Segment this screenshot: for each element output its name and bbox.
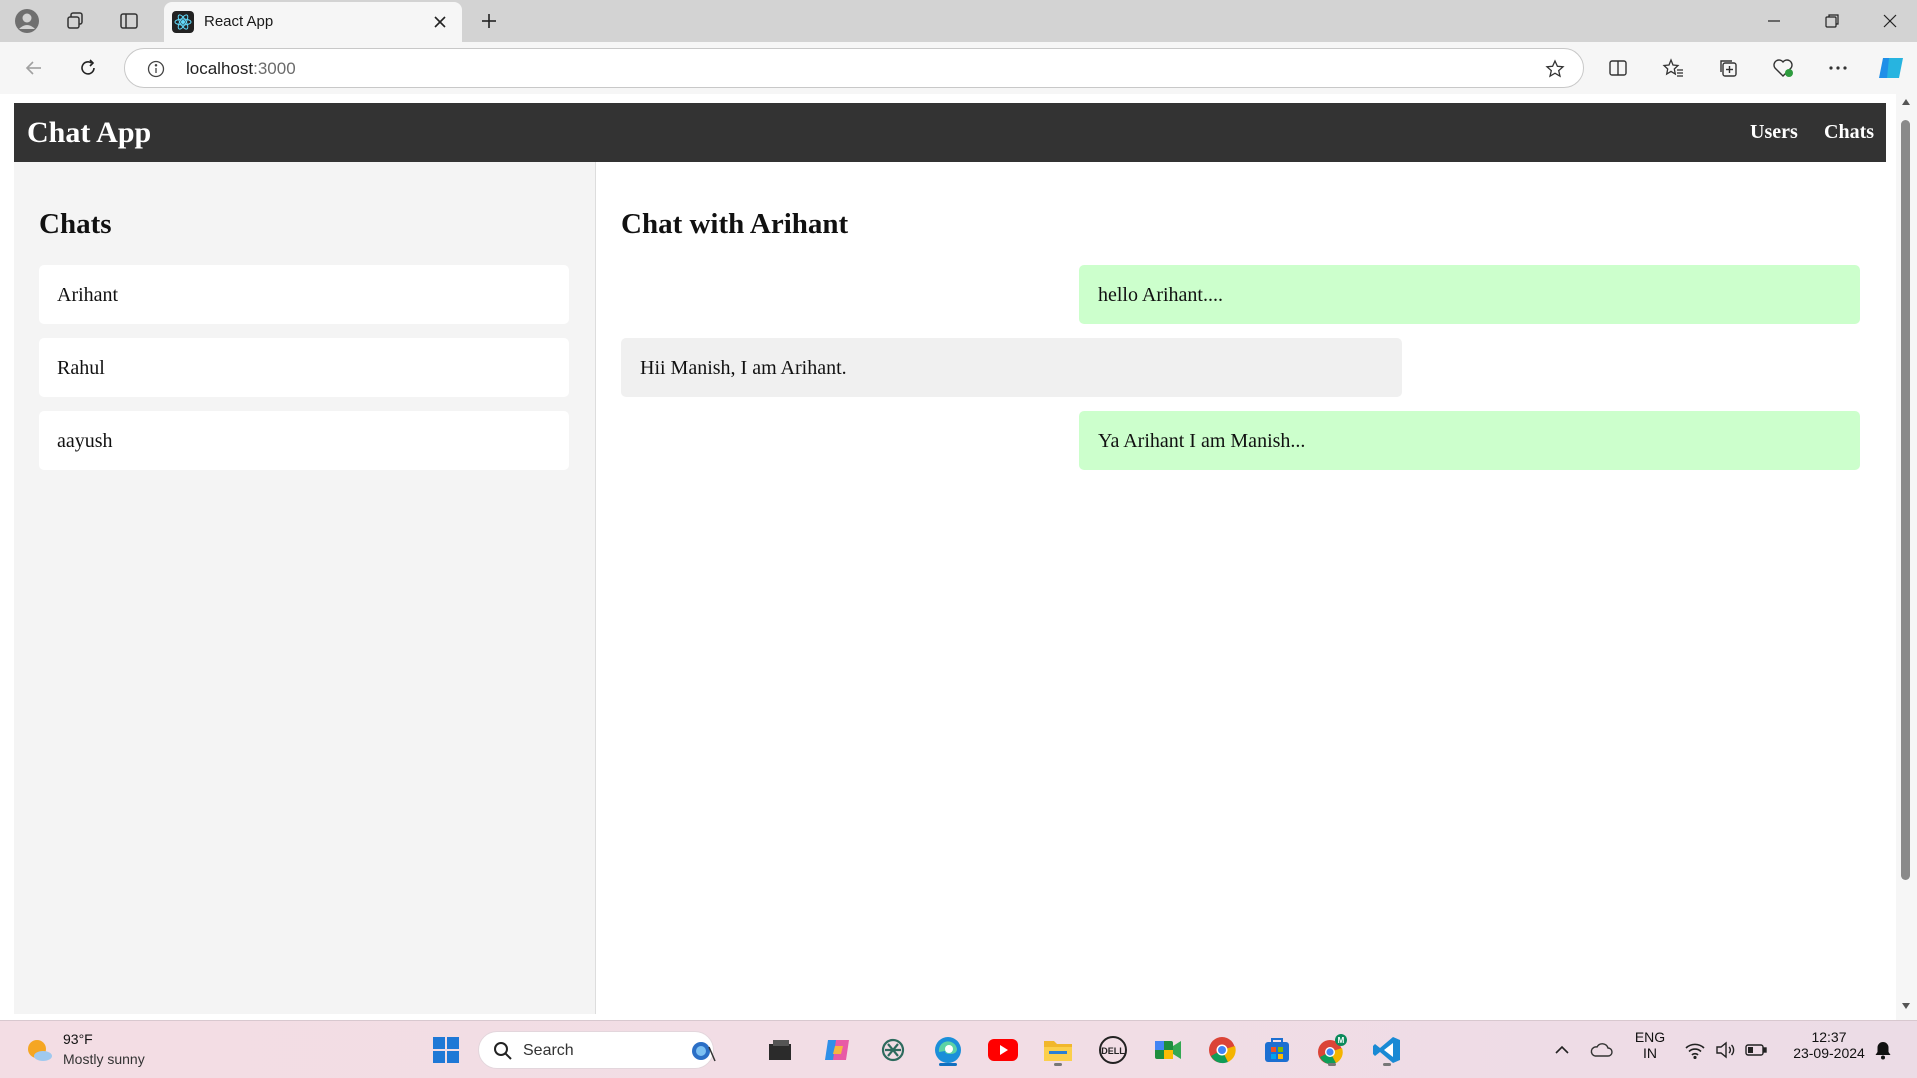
weather-temp[interactable]: 93°F [63, 1031, 93, 1047]
refresh-icon[interactable] [71, 52, 105, 84]
store-icon[interactable] [1258, 1031, 1296, 1069]
url-host: localhost [186, 59, 254, 78]
start-icon[interactable] [427, 1031, 465, 1069]
svg-text:DELL: DELL [1101, 1046, 1125, 1056]
active-app-indicator [939, 1063, 957, 1066]
message-sent: Ya Arihant I am Manish... [1079, 411, 1860, 470]
url-port: :3000 [253, 59, 296, 78]
chat-pane: Chat with Arihant hello Arihant.... Hii … [596, 162, 1886, 1014]
onedrive-icon[interactable] [1582, 1031, 1620, 1069]
copilot-icon[interactable] [1874, 52, 1908, 84]
chrome-icon[interactable] [1203, 1031, 1241, 1069]
clock[interactable]: 12:37 23-09-2024 [1782, 1029, 1876, 1061]
nav-chats-link[interactable]: Chats [1824, 121, 1874, 144]
close-tab-icon[interactable] [428, 10, 452, 34]
clock-date: 23-09-2024 [1793, 1045, 1865, 1061]
windows-taskbar: 93°F Mostly sunny Search DELL M ENG IN 1… [0, 1020, 1917, 1078]
battery-icon[interactable] [1737, 1031, 1775, 1069]
collections-icon[interactable] [1711, 52, 1745, 84]
app-title[interactable]: Chat App [27, 116, 151, 150]
search-icon [494, 1042, 512, 1060]
input-language[interactable]: ENG IN [1630, 1029, 1670, 1061]
vscode-icon[interactable] [1368, 1031, 1406, 1069]
close-window-icon[interactable] [1868, 6, 1912, 36]
file-manager-icon[interactable] [761, 1031, 799, 1069]
more-options-icon[interactable] [1821, 52, 1855, 84]
language-code: ENG [1634, 1029, 1666, 1045]
show-hidden-icons-icon[interactable] [1543, 1031, 1581, 1069]
edge-icon[interactable] [929, 1031, 967, 1069]
profile-icon[interactable] [8, 7, 46, 35]
message-received: Hii Manish, I am Arihant. [621, 338, 1402, 397]
running-indicator [1328, 1063, 1336, 1066]
nav-users-link[interactable]: Users [1750, 121, 1798, 144]
chat-item-arihant[interactable]: Arihant [39, 265, 569, 324]
split-screen-icon[interactable] [1601, 52, 1635, 84]
url-text: localhost:3000 [186, 59, 296, 79]
message-sent: hello Arihant.... [1079, 265, 1860, 324]
sidebar-title: Chats [39, 208, 112, 240]
minimize-icon[interactable] [1752, 6, 1796, 36]
chat-title: Chat with Arihant [621, 208, 849, 240]
page-viewport: Chat App Users Chats Chats Arihant Rahul… [0, 94, 1917, 1020]
weather-desc[interactable]: Mostly sunny [63, 1051, 145, 1067]
site-info-icon[interactable] [145, 58, 167, 80]
chrome-profile-icon[interactable]: M [1313, 1031, 1351, 1069]
region-code: IN [1643, 1045, 1657, 1061]
taskbar-search[interactable]: Search [478, 1031, 716, 1069]
browser-toolbar: localhost:3000 [0, 42, 1917, 94]
scrollbar-thumb[interactable] [1901, 120, 1910, 880]
address-bar[interactable]: localhost:3000 [124, 48, 1584, 88]
workspaces-icon[interactable] [56, 7, 94, 35]
search-highlight-icon [692, 1042, 716, 1062]
tab-actions-icon[interactable] [110, 7, 148, 35]
tab-react-app[interactable]: React App [164, 2, 462, 42]
youtube-icon[interactable] [984, 1031, 1022, 1069]
new-tab-icon[interactable] [474, 8, 504, 34]
copilot-app-icon[interactable] [818, 1031, 856, 1069]
favorite-star-icon[interactable] [1543, 57, 1567, 81]
svg-text:M: M [1338, 1036, 1345, 1045]
chat-item-rahul[interactable]: Rahul [39, 338, 569, 397]
chats-sidebar: Chats Arihant Rahul aayush [14, 162, 596, 1014]
chatgpt-icon[interactable] [874, 1031, 912, 1069]
back-icon[interactable] [17, 52, 51, 84]
scroll-down-icon[interactable] [1900, 1000, 1912, 1012]
weather-sunny-icon[interactable] [24, 1037, 54, 1063]
chat-item-aayush[interactable]: aayush [39, 411, 569, 470]
page-scrollbar[interactable] [1896, 94, 1917, 1020]
notification-bell-icon[interactable] [1864, 1031, 1902, 1069]
clock-time: 12:37 [1811, 1029, 1847, 1045]
react-icon [172, 11, 194, 33]
meet-icon[interactable] [1149, 1031, 1187, 1069]
browser-tab-strip: React App [0, 0, 1917, 42]
favorites-icon[interactable] [1656, 52, 1690, 84]
scroll-up-icon[interactable] [1900, 96, 1912, 108]
restore-icon[interactable] [1810, 6, 1854, 36]
tab-title: React App [204, 13, 274, 30]
app-header: Chat App Users Chats [14, 103, 1886, 162]
taskbar-search-label: Search [523, 1042, 574, 1059]
running-indicator [1383, 1063, 1391, 1066]
file-explorer-icon[interactable] [1039, 1031, 1077, 1069]
dell-icon[interactable]: DELL [1094, 1031, 1132, 1069]
running-indicator [1054, 1063, 1062, 1066]
browser-essentials-icon[interactable] [1766, 52, 1800, 84]
